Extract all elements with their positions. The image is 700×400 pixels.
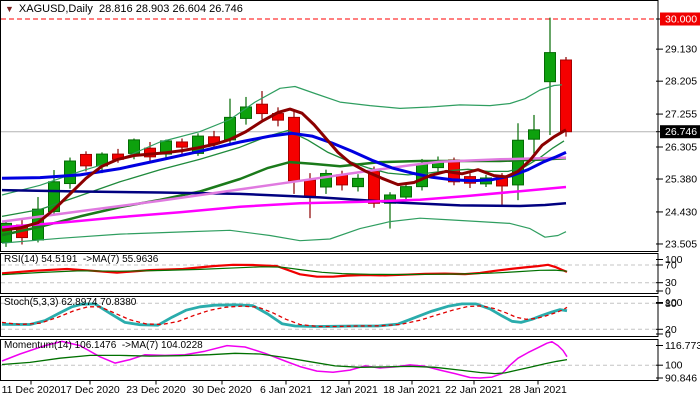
time-scale[interactable] — [0, 381, 658, 400]
price-scale[interactable] — [659, 0, 700, 381]
bear-candle — [80, 153, 92, 167]
bear-candle — [288, 116, 300, 182]
chart-header: ▼ XAGUSD,Daily 28.816 28.903 26.604 26.7… — [5, 2, 243, 15]
ohlc-close: 26.746 — [209, 2, 243, 15]
symbol-dropdown-icon[interactable]: ▼ — [5, 4, 14, 14]
bear-candle — [560, 59, 572, 133]
bull-candle — [400, 186, 412, 198]
main-chart-panel[interactable] — [0, 0, 659, 252]
bull-candle — [512, 139, 524, 186]
bull-candle — [544, 52, 556, 83]
bear-candle — [256, 103, 268, 115]
bear-candle — [176, 141, 188, 148]
stoch-indicator-label: Stoch(5,3,3) 62.8974 70.8380 — [4, 297, 137, 308]
symbol-label: XAGUSD,Daily — [18, 2, 93, 15]
bear-candle — [304, 179, 316, 198]
ohlc-high: 28.903 — [135, 2, 170, 15]
bull-candle — [352, 177, 364, 188]
bull-candle — [64, 160, 76, 185]
ohlc-low: 26.604 — [172, 2, 207, 15]
chart-window: 30.000 29.130 28.205 27.255 26.746 26.305 25.3… — [0, 0, 700, 400]
momentum-indicator-label: Momentum(14) 106.1476 ->MA(7) 104.0228 — [4, 340, 203, 351]
rsi-indicator-label: RSI(14) 54.5191 ->MA(7) 55.9636 — [4, 254, 159, 265]
ohlc-open: 28.816 — [99, 2, 133, 15]
bull-candle — [528, 129, 540, 140]
